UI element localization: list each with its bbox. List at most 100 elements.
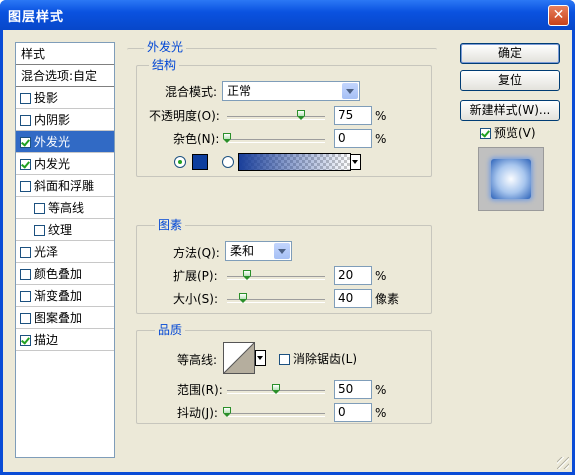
range-unit: %: [375, 383, 387, 397]
outer-glow-title: 外发光: [144, 40, 187, 54]
styles-header[interactable]: 样式: [16, 43, 114, 65]
style-item-checkbox[interactable]: [20, 137, 31, 148]
size-unit: 像素: [375, 292, 400, 306]
style-item-4[interactable]: 斜面和浮雕: [16, 175, 114, 197]
noise-input[interactable]: 0: [334, 129, 372, 148]
noise-slider-track[interactable]: [227, 139, 325, 143]
preview-checkbox[interactable]: 预览(V): [480, 126, 536, 140]
blend-mode-value: 正常: [227, 84, 252, 98]
blend-mode-label: 混合模式:: [165, 85, 218, 99]
close-button[interactable]: ✕: [548, 5, 569, 26]
style-item-checkbox[interactable]: [20, 247, 31, 258]
style-item-11[interactable]: 描边: [16, 329, 114, 351]
spread-input[interactable]: 20: [334, 266, 372, 285]
style-item-label: 渐变叠加: [34, 289, 83, 303]
gradient-dropdown-arrow[interactable]: [350, 154, 361, 170]
dialog-body: 样式 混合选项:自定 投影 内阴影 外发光 内发光 斜面和浮雕 等高线 纹理 光泽 颜色叠加 渐变…: [3, 30, 572, 472]
chevron-down-icon: [274, 243, 290, 259]
size-label: 大小(S):: [173, 292, 219, 306]
style-item-label: 等高线: [48, 201, 85, 215]
blend-mode-select[interactable]: 正常: [222, 81, 360, 101]
style-item-label: 图案叠加: [34, 311, 83, 325]
quality-title: 品质: [155, 323, 186, 337]
size-input[interactable]: 40: [334, 289, 372, 308]
style-item-label: 光泽: [34, 245, 59, 259]
style-item-label: 颜色叠加: [34, 267, 83, 281]
opacity-slider-thumb[interactable]: [296, 110, 305, 120]
style-item-6[interactable]: 纹理: [16, 219, 114, 241]
style-preview: [478, 147, 544, 211]
reset-button[interactable]: 复位: [460, 70, 560, 91]
technique-value: 柔和: [230, 244, 255, 258]
size-slider-thumb[interactable]: [238, 293, 247, 303]
style-item-label: 投影: [34, 91, 59, 105]
contour-label: 等高线:: [177, 353, 218, 367]
style-item-7[interactable]: 光泽: [16, 241, 114, 263]
style-item-checkbox[interactable]: [20, 115, 31, 126]
spread-slider-thumb[interactable]: [242, 270, 251, 280]
noise-label: 杂色(N):: [173, 132, 220, 146]
noise-slider-thumb[interactable]: [223, 133, 231, 143]
preview-label: 预览(V): [494, 126, 536, 140]
preview-box[interactable]: [480, 128, 491, 139]
style-item-checkbox[interactable]: [20, 181, 31, 192]
style-item-label: 内发光: [34, 157, 71, 171]
layer-style-dialog: 图层样式 ✕ 样式 混合选项:自定 投影 内阴影 外发光 内发光 斜面和浮雕 等高线 纹理光…: [0, 0, 575, 475]
style-item-checkbox[interactable]: [20, 93, 31, 104]
jitter-slider-thumb[interactable]: [223, 407, 231, 417]
contour-preview[interactable]: [223, 342, 255, 374]
styles-list: 样式 混合选项:自定 投影内阴影外发光内发光斜面和浮雕等高线纹理光泽颜色叠加渐变…: [15, 42, 115, 458]
contour-curve-icon: [224, 343, 254, 373]
blending-options-item[interactable]: 混合选项:自定: [16, 65, 114, 87]
style-item-3[interactable]: 内发光: [16, 153, 114, 175]
style-item-5[interactable]: 等高线: [16, 197, 114, 219]
range-input[interactable]: 50: [334, 380, 372, 399]
spread-label: 扩展(P):: [173, 269, 218, 283]
noise-unit: %: [375, 132, 387, 146]
structure-title: 结构: [149, 58, 180, 72]
chevron-down-icon: [342, 83, 358, 99]
resize-grip[interactable]: [557, 457, 569, 469]
opacity-input[interactable]: 75: [334, 106, 372, 125]
style-item-1[interactable]: 内阴影: [16, 109, 114, 131]
style-item-checkbox[interactable]: [20, 291, 31, 302]
opacity-unit: %: [375, 109, 387, 123]
jitter-input[interactable]: 0: [334, 403, 372, 422]
gradient-radio[interactable]: [222, 156, 234, 168]
anti-alias-label: 消除锯齿(L): [293, 352, 358, 366]
jitter-unit: %: [375, 406, 387, 420]
solid-color-radio[interactable]: [174, 156, 186, 168]
style-item-checkbox[interactable]: [34, 225, 45, 236]
technique-label: 方法(Q):: [173, 246, 220, 260]
style-item-checkbox[interactable]: [34, 203, 45, 214]
style-item-0[interactable]: 投影: [16, 87, 114, 109]
style-item-label: 纹理: [48, 223, 73, 237]
style-item-checkbox[interactable]: [20, 159, 31, 170]
jitter-slider-track[interactable]: [227, 413, 325, 417]
opacity-slider-track[interactable]: [227, 116, 325, 120]
jitter-label: 抖动(J):: [177, 406, 218, 420]
style-item-checkbox[interactable]: [20, 313, 31, 324]
ok-button[interactable]: 确定: [460, 43, 560, 64]
technique-select[interactable]: 柔和: [225, 241, 292, 261]
new-style-button[interactable]: 新建样式(W)...: [460, 100, 560, 121]
style-item-8[interactable]: 颜色叠加: [16, 263, 114, 285]
contour-dropdown-arrow[interactable]: [255, 350, 266, 366]
opacity-label: 不透明度(O):: [149, 109, 220, 123]
style-item-checkbox[interactable]: [20, 269, 31, 280]
anti-alias-box[interactable]: [279, 354, 290, 365]
style-item-label: 内阴影: [34, 113, 71, 127]
range-label: 范围(R):: [177, 383, 223, 397]
window-title: 图层样式: [8, 10, 65, 25]
style-item-2[interactable]: 外发光: [16, 131, 114, 153]
style-item-10[interactable]: 图案叠加: [16, 307, 114, 329]
title-bar[interactable]: 图层样式 ✕: [0, 0, 575, 30]
anti-alias-checkbox[interactable]: 消除锯齿(L): [279, 352, 357, 366]
glow-color-swatch[interactable]: [192, 154, 208, 170]
glow-gradient-picker[interactable]: [238, 153, 351, 171]
style-item-checkbox[interactable]: [20, 335, 31, 346]
style-item-9[interactable]: 渐变叠加: [16, 285, 114, 307]
style-item-label: 外发光: [34, 135, 71, 149]
spread-unit: %: [375, 269, 387, 283]
range-slider-thumb[interactable]: [272, 384, 280, 394]
